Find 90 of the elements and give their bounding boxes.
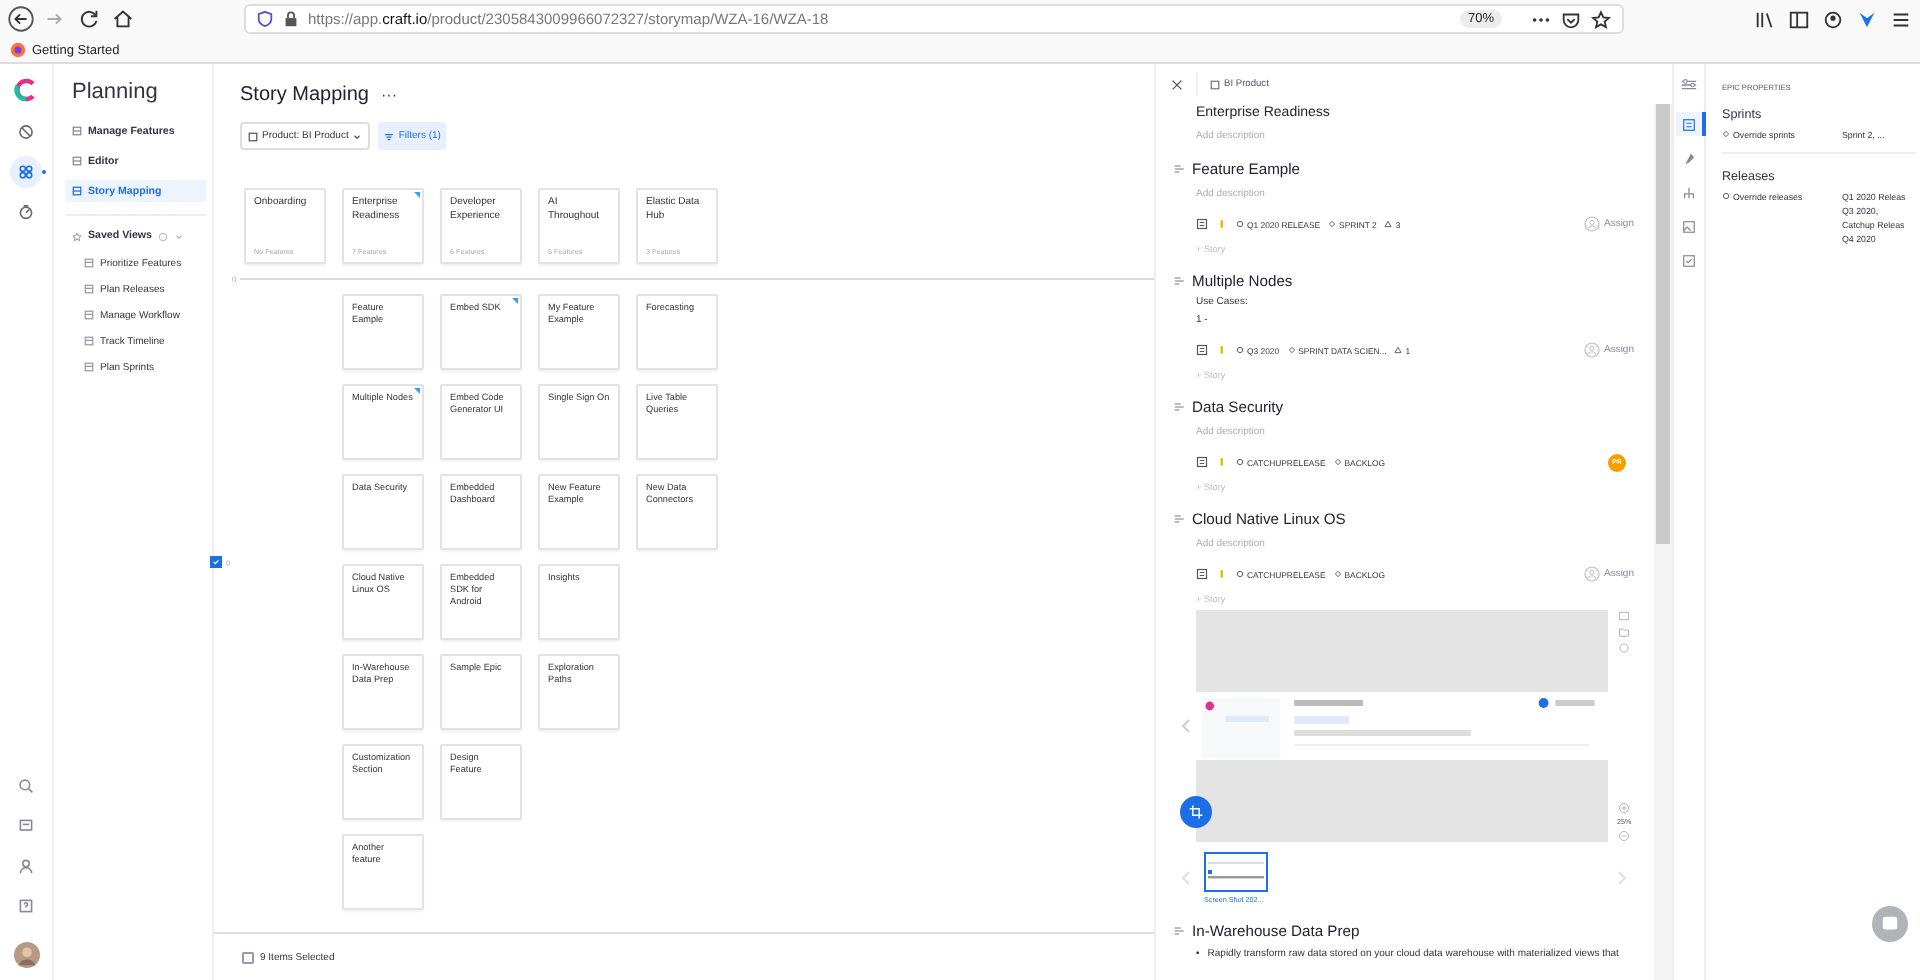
extension-icon[interactable]: [1856, 9, 1878, 29]
user-icon: [1583, 566, 1600, 582]
page-title: Story Mapping: [240, 84, 369, 106]
diamond-icon: [1333, 570, 1342, 578]
pocket-icon[interactable]: [1560, 9, 1582, 29]
epic-icon: [1196, 456, 1208, 468]
help-icon[interactable]: [18, 898, 34, 914]
back-icon[interactable]: [8, 6, 34, 32]
link-icon[interactable]: [1618, 642, 1631, 654]
view-icon: [84, 336, 94, 346]
feature-icon: [1174, 276, 1186, 286]
avatar[interactable]: [13, 942, 39, 968]
list-icon: [1682, 117, 1696, 131]
menu-icon[interactable]: [1890, 9, 1912, 29]
epic-icon: [1196, 218, 1208, 230]
filter-icon: [384, 131, 395, 141]
folder-icon[interactable]: [1618, 626, 1631, 638]
feature-icon: [1174, 164, 1186, 174]
epic-icon: [1196, 344, 1208, 356]
tree-icon: [1682, 185, 1696, 199]
gauge-icon: [18, 204, 34, 220]
check-icon: [1682, 253, 1696, 267]
feature-icon: [1174, 402, 1186, 412]
triangle-icon: [1384, 220, 1393, 228]
reload-icon[interactable]: [76, 6, 102, 32]
browser-logo-icon: [10, 42, 26, 58]
scrollbar[interactable]: [1656, 104, 1670, 544]
circle-icon: [1236, 346, 1244, 354]
table-icon: [72, 126, 82, 136]
view-icon: [84, 310, 94, 320]
feature-icon: [1174, 514, 1186, 524]
view-icon: [84, 362, 94, 372]
star-icon[interactable]: [1590, 9, 1612, 29]
diamond-icon: [1328, 220, 1337, 228]
user-icon: [1583, 342, 1600, 358]
close-icon[interactable]: [1170, 77, 1184, 91]
pin-icon: [1682, 151, 1696, 165]
priority-icon: [1216, 344, 1228, 356]
shield-icon: [256, 10, 274, 28]
table-icon: [72, 186, 82, 196]
lock-icon: [282, 10, 300, 28]
rail-item[interactable]: [10, 156, 42, 188]
diamond-icon: [1722, 130, 1730, 138]
priority-icon: [1216, 456, 1228, 468]
info-icon: [158, 231, 168, 241]
circle-icon: [1236, 458, 1244, 466]
chevron-icon: [174, 231, 184, 241]
epic-icon: [1196, 568, 1208, 580]
feedback-icon[interactable]: [18, 818, 34, 834]
star-icon: [72, 231, 82, 241]
thumbnail[interactable]: [1204, 852, 1268, 892]
user-icon: [1583, 216, 1600, 232]
circle-icon: [1236, 570, 1244, 578]
chat-icon[interactable]: [1872, 906, 1908, 942]
diamond-icon: [1333, 458, 1342, 466]
box-icon: [1210, 79, 1220, 89]
checkmark-icon: [212, 558, 220, 566]
lane-checkbox[interactable]: [210, 556, 222, 568]
triangle-icon: [1394, 346, 1403, 354]
select-checkbox[interactable]: [242, 951, 254, 963]
logo-icon[interactable]: [12, 76, 40, 104]
account-icon[interactable]: [1822, 9, 1844, 29]
home-icon[interactable]: [110, 6, 136, 32]
crop-icon: [1188, 804, 1204, 820]
user-icon[interactable]: [18, 858, 34, 874]
circle-icon: [1722, 192, 1730, 200]
panel-tab[interactable]: [1676, 112, 1702, 136]
feature-icon: [1174, 926, 1186, 936]
priority-icon: [1216, 218, 1228, 230]
target-icon: [18, 124, 34, 140]
crop-button[interactable]: [1180, 796, 1212, 828]
view-icon: [84, 258, 94, 268]
table-icon: [72, 156, 82, 166]
download-icon[interactable]: [1618, 610, 1631, 622]
library-icon[interactable]: [1754, 9, 1776, 29]
section-title: Planning: [70, 80, 160, 104]
diamond-icon: [1287, 346, 1296, 354]
settings-icon[interactable]: [1680, 76, 1698, 94]
zoom-in-icon[interactable]: [1618, 802, 1631, 814]
box-icon: [248, 131, 258, 141]
image-icon: [1682, 219, 1696, 233]
grid-icon: [18, 164, 34, 180]
sidebar-icon[interactable]: [1788, 9, 1810, 29]
caret-icon: [352, 131, 363, 141]
zoom-out-icon[interactable]: [1618, 830, 1631, 842]
search-icon[interactable]: [18, 778, 34, 794]
more-button[interactable]: ···: [380, 86, 397, 104]
circle-icon: [1236, 220, 1244, 228]
priority-icon: [1216, 568, 1228, 580]
view-icon: [84, 284, 94, 294]
